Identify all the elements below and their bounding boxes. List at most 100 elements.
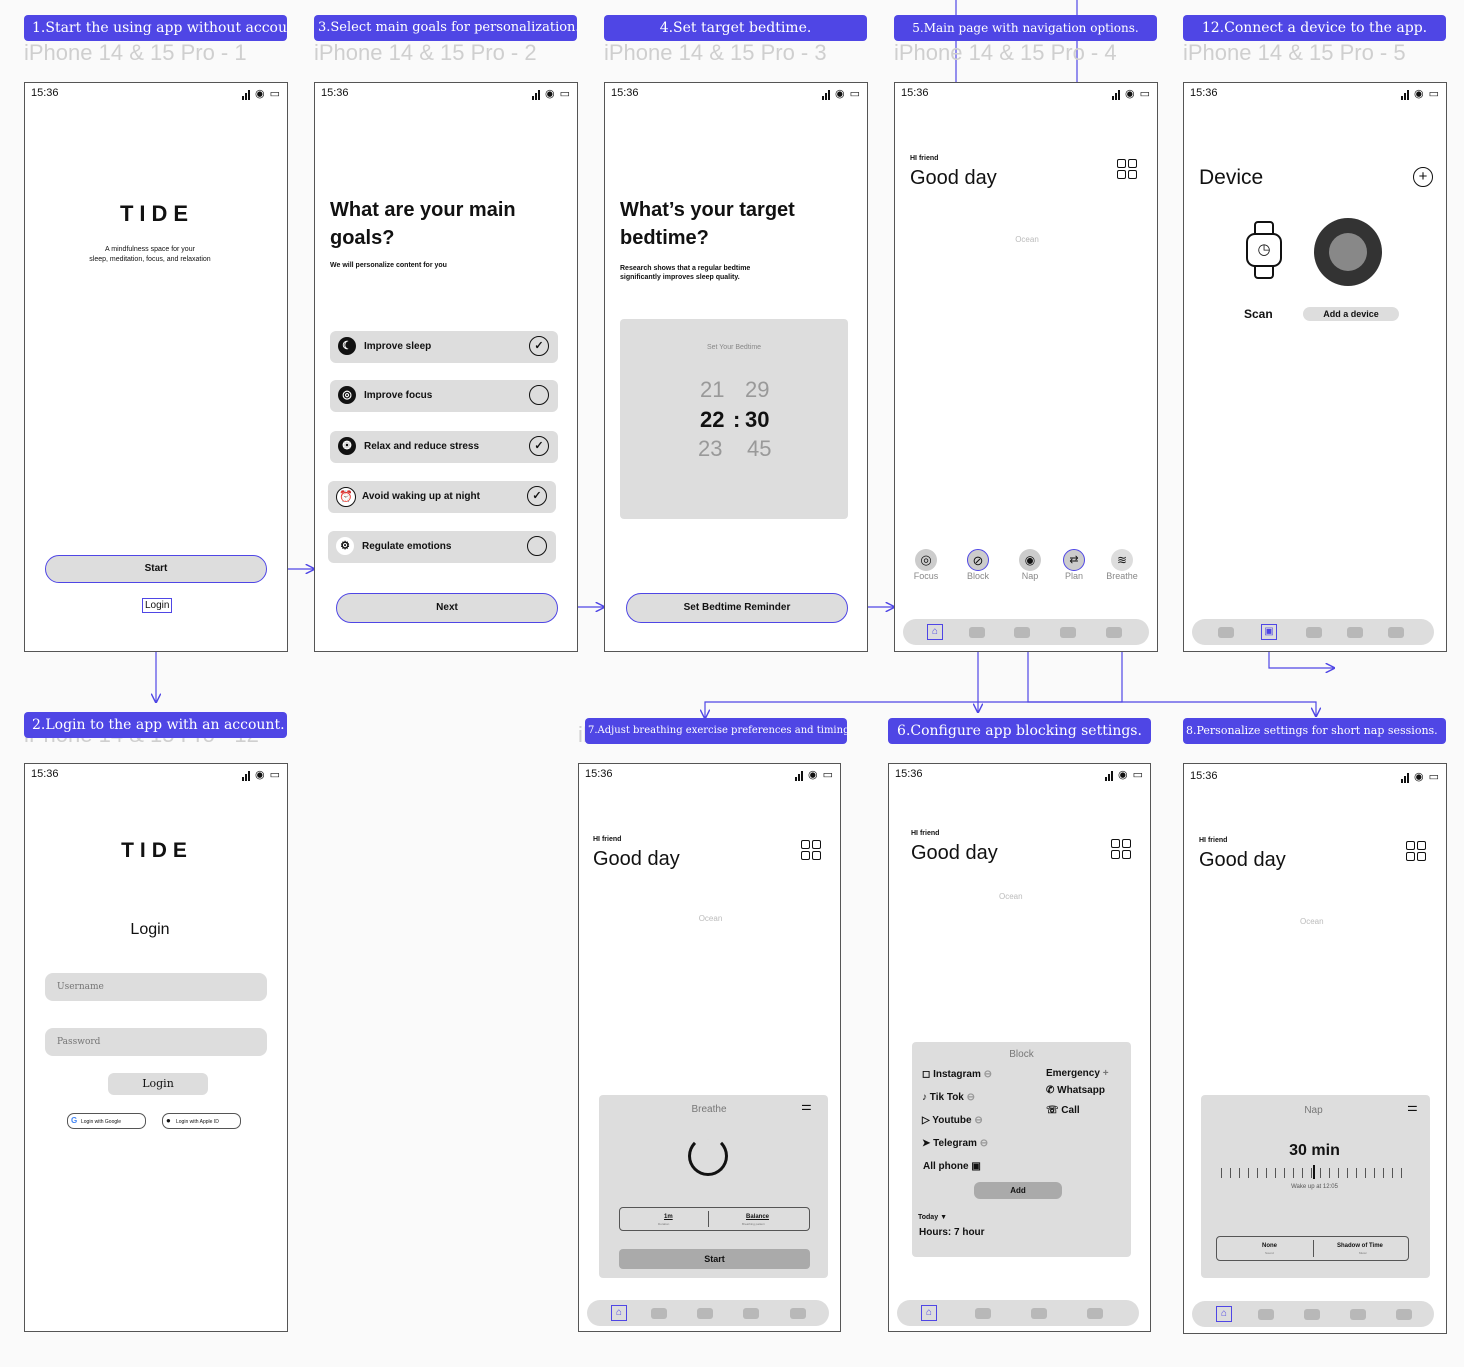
frame-label: iPhone 14 & 15 Pro - 4	[894, 40, 1117, 65]
home-icon[interactable]: ⌂	[921, 1305, 937, 1321]
greeting: HI friend	[1199, 837, 1228, 844]
home-icon[interactable]: ⌂	[1216, 1306, 1232, 1322]
nav-tab[interactable]	[1087, 1308, 1103, 1319]
menu-grid-icon[interactable]	[1111, 839, 1131, 859]
nap-panel: Nap ⚌ 30 min Wake up at 12:05 None Sound…	[1201, 1095, 1430, 1278]
nap-icon: ◉	[1019, 549, 1041, 571]
add-circle-icon[interactable]: +	[1413, 167, 1433, 187]
password-input[interactable]	[45, 1028, 267, 1056]
nav-tab[interactable]	[1388, 627, 1404, 638]
status-icons: ◉ ▭	[1400, 87, 1440, 100]
emergency-add[interactable]: Emergency +	[1046, 1068, 1109, 1079]
nav-nap[interactable]: ◉ Nap	[1015, 549, 1045, 581]
bottom-nav: ⌂	[897, 1300, 1139, 1326]
goal-item[interactable]: ⏰ Avoid waking up at night ✓	[328, 481, 556, 513]
nav-tab[interactable]	[1031, 1308, 1047, 1319]
bedtime-picker[interactable]: Set Your Bedtime 21 29 22 : 30 23 45	[620, 319, 848, 519]
screen-device: 15:36 ◉ ▭ Device + ◷ Scan Add a device ▣	[1183, 82, 1447, 652]
nav-tab[interactable]	[651, 1308, 667, 1319]
apple-login-button[interactable]: ● Login with Apple ID	[162, 1113, 241, 1129]
goal-item[interactable]: ◎ Improve focus	[330, 380, 558, 412]
nav-label: Focus	[913, 571, 939, 581]
slider-thumb[interactable]	[1313, 1165, 1315, 1179]
page-title: goals?	[330, 227, 395, 249]
page-title: Good day	[910, 167, 997, 189]
nav-tab[interactable]	[697, 1308, 713, 1319]
settings-sliders-icon[interactable]: ⚌	[801, 1099, 812, 1113]
nav-tab[interactable]	[1304, 1309, 1320, 1320]
block-app-instagram[interactable]: ◻ Instagram ⊖	[922, 1069, 992, 1080]
contact-call[interactable]: ☏ Call	[1046, 1105, 1080, 1116]
block-app-telegram[interactable]: ➤ Telegram ⊖	[922, 1138, 988, 1149]
nav-tab[interactable]	[1347, 627, 1363, 638]
google-login-label: Login with Google	[81, 1119, 122, 1125]
scan-button[interactable]: Scan	[1244, 307, 1273, 321]
nav-tab[interactable]	[1106, 627, 1122, 638]
all-phone-toggle[interactable]: All phone ▣	[923, 1161, 981, 1172]
next-button[interactable]: Next	[336, 593, 558, 623]
status-icons: ◉ ▭	[241, 87, 281, 100]
note-nap: 8.Personalize settings for short nap ses…	[1183, 718, 1446, 744]
breathe-options[interactable]: 1m Duration Balance Breathing pattern	[619, 1207, 810, 1231]
goal-item[interactable]: ❂ Relax and reduce stress ✓	[330, 431, 558, 463]
google-icon: G	[71, 1116, 78, 1125]
nav-tab[interactable]	[1396, 1309, 1412, 1320]
nav-tab[interactable]	[1014, 627, 1030, 638]
status-time: 15:36	[585, 768, 613, 780]
hours-label: Hours: 7 hour	[919, 1227, 985, 1238]
page-title: Good day	[911, 842, 998, 864]
nav-tab[interactable]	[1350, 1309, 1366, 1320]
menu-grid-icon[interactable]	[1117, 159, 1137, 179]
block-app-tiktok[interactable]: ♪ Tik Tok ⊖	[922, 1092, 975, 1103]
nav-tab[interactable]	[969, 627, 985, 638]
telegram-icon: ➤	[922, 1138, 934, 1149]
set-reminder-button[interactable]: Set Bedtime Reminder	[626, 593, 848, 623]
status-icons: ◉ ▭	[241, 768, 281, 781]
nap-options[interactable]: None Sound Shadow of Time Music	[1216, 1236, 1409, 1261]
menu-grid-icon[interactable]	[801, 840, 821, 860]
greeting: HI friend	[910, 155, 939, 162]
goal-item[interactable]: ☾ Improve sleep ✓	[330, 331, 558, 363]
nav-block[interactable]: ⊘ Block	[963, 549, 993, 581]
block-add-button[interactable]: Add	[974, 1182, 1062, 1199]
google-login-button[interactable]: G Login with Google	[67, 1113, 146, 1129]
login-link[interactable]: Login	[142, 598, 173, 613]
nav-tab[interactable]	[743, 1308, 759, 1319]
breathe-start-button[interactable]: Start	[619, 1249, 810, 1269]
nav-focus[interactable]: ◎ Focus	[911, 549, 941, 581]
nav-tab[interactable]	[1306, 627, 1322, 638]
device-tab-icon[interactable]: ▣	[1261, 624, 1277, 640]
frame-label: iPhone 14 & 15 Pro - 5	[1183, 40, 1406, 65]
nav-plan[interactable]: ⇄ Plan	[1059, 549, 1089, 581]
nav-tab[interactable]	[975, 1308, 991, 1319]
nav-tab[interactable]	[1060, 627, 1076, 638]
login-button[interactable]: Login	[108, 1073, 208, 1095]
goal-label: Avoid waking up at night	[362, 491, 480, 502]
goal-item[interactable]: ⚙ Regulate emotions	[328, 531, 556, 563]
settings-sliders-icon[interactable]: ⚌	[1407, 1100, 1418, 1114]
time-separator: :	[733, 407, 741, 432]
add-device-button[interactable]: Add a device	[1303, 307, 1399, 321]
nav-breathe[interactable]: ≋ Breathe	[1101, 549, 1143, 581]
checked-icon: ✓	[527, 486, 547, 506]
nav-tab[interactable]	[790, 1308, 806, 1319]
nav-tab[interactable]	[1258, 1309, 1274, 1320]
today-filter[interactable]: Today ▼	[918, 1214, 947, 1221]
username-input[interactable]	[45, 973, 267, 1001]
screen-login: 15:36 ◉ ▭ TIDE Login Login GLogin with G…	[24, 763, 288, 1332]
status-time: 15:36	[31, 768, 59, 780]
note-goals: 3.Select main goals for personalization.	[314, 15, 577, 41]
duration-label: Duration	[658, 1222, 670, 1226]
block-app-youtube[interactable]: ▷ Youtube ⊖	[922, 1115, 983, 1126]
frame-label: iPhone 14 & 15 Pro - 1	[24, 40, 247, 65]
status-time: 15:36	[31, 87, 59, 99]
home-icon[interactable]: ⌂	[611, 1305, 627, 1321]
nav-tab[interactable]	[1218, 627, 1234, 638]
menu-grid-icon[interactable]	[1406, 841, 1426, 861]
start-button[interactable]: Start	[45, 555, 267, 583]
unchecked-icon	[527, 536, 547, 556]
contact-whatsapp[interactable]: ✆ Whatsapp	[1046, 1085, 1105, 1096]
panel-title: Breathe	[691, 1104, 727, 1115]
note-main: 5.Main page with navigation options.	[894, 15, 1157, 41]
home-icon[interactable]: ⌂	[927, 624, 943, 640]
